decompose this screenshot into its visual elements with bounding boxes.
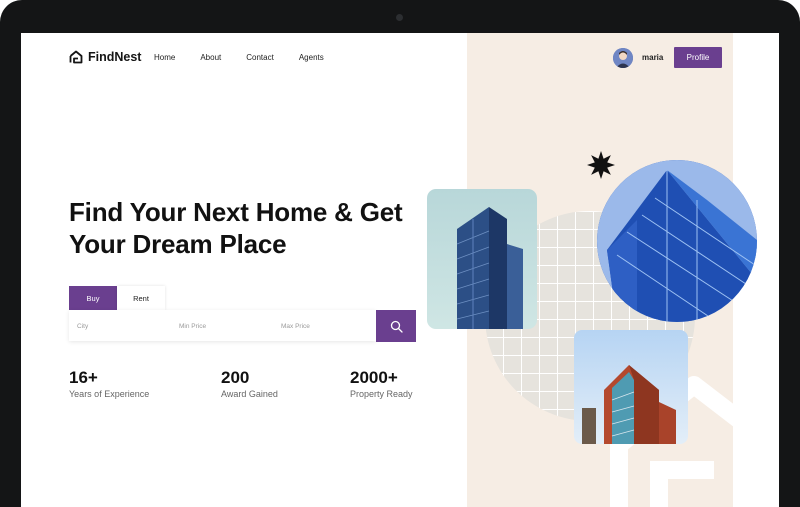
profile-button[interactable]: Profile — [674, 47, 722, 68]
tower-photo — [427, 189, 537, 329]
tab-buy[interactable]: Buy — [69, 286, 117, 310]
stat-label: Years of Experience — [69, 389, 150, 399]
glass-facade-image — [597, 160, 757, 322]
max-price-input[interactable] — [279, 310, 378, 343]
min-price-input[interactable] — [177, 310, 276, 343]
nav-about[interactable]: About — [200, 53, 221, 62]
website-screen: FindNest Home About Contact Agents maria… — [21, 33, 779, 507]
search-form — [69, 310, 378, 343]
username: maria — [642, 53, 664, 62]
city-input[interactable] — [75, 310, 174, 343]
stat-awards: 200 Award Gained — [221, 368, 278, 399]
nav-agents[interactable]: Agents — [299, 53, 324, 62]
user-photo-icon — [613, 48, 633, 68]
search-icon — [390, 320, 403, 333]
webcam — [396, 14, 403, 21]
stat-label: Property Ready — [350, 389, 413, 399]
stat-properties: 2000+ Property Ready — [350, 368, 413, 399]
stat-value: 200 — [221, 368, 250, 387]
stat-experience: 16+ Years of Experience — [69, 368, 149, 399]
hero-title: Find Your Next Home & Get Your Dream Pla… — [69, 197, 403, 259]
search-button[interactable] — [376, 310, 416, 342]
red-building-image — [582, 365, 676, 444]
tab-rent[interactable]: Rent — [117, 286, 165, 310]
stat-label: Award Gained — [221, 389, 278, 399]
skyscraper-image — [456, 207, 523, 329]
glass-building-photo — [597, 160, 757, 322]
nav-home[interactable]: Home — [154, 53, 175, 62]
laptop-frame: FindNest Home About Contact Agents maria… — [0, 0, 800, 507]
brand-name: FindNest — [88, 50, 142, 64]
stat-value: 16+ — [69, 368, 98, 387]
main-nav: Home About Contact Agents — [154, 53, 349, 62]
house-logo-icon — [69, 50, 83, 64]
logo[interactable]: FindNest — [69, 50, 141, 64]
starburst-icon — [587, 151, 615, 179]
nav-contact[interactable]: Contact — [246, 53, 274, 62]
stat-value: 2000+ — [350, 368, 398, 387]
avatar[interactable] — [613, 48, 633, 68]
brick-building-photo — [574, 330, 688, 444]
